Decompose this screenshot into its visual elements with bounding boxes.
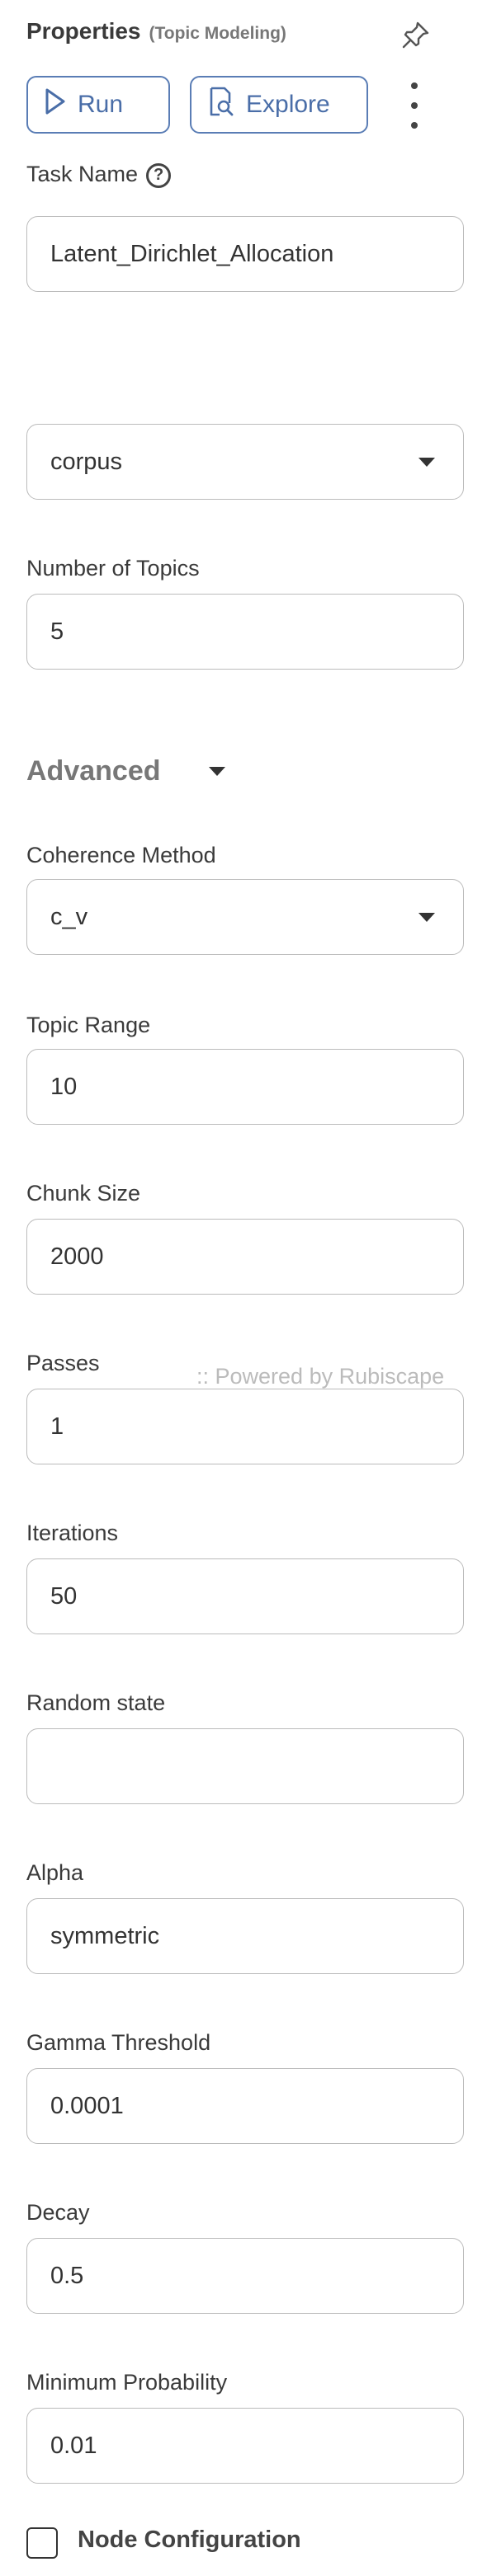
- explore-button[interactable]: Explore: [190, 76, 368, 134]
- pin-icon[interactable]: [400, 18, 433, 51]
- play-icon: [45, 88, 66, 121]
- passes-label: Passes: [26, 1351, 100, 1375]
- chevron-down-icon: [418, 457, 435, 467]
- gamma-threshold-label: Gamma Threshold: [26, 2030, 211, 2055]
- coherence-method-label: Coherence Method: [26, 843, 216, 867]
- chevron-down-icon: [418, 912, 435, 922]
- task-name-value: Latent_Dirichlet_Allocation: [50, 240, 334, 267]
- minimum-probability-value: 0.01: [50, 2432, 97, 2459]
- iterations-label: Iterations: [26, 1521, 119, 1545]
- explore-icon: [208, 87, 234, 123]
- powered-by-watermark: :: Powered by Rubiscape: [196, 1364, 445, 1389]
- alpha-field[interactable]: symmetric: [26, 1898, 464, 1974]
- run-button[interactable]: Run: [26, 76, 170, 134]
- passes-field[interactable]: 1: [26, 1389, 464, 1464]
- decay-field[interactable]: 0.5: [26, 2238, 464, 2314]
- advanced-label: Advanced: [26, 755, 161, 787]
- task-name-label-text: Task Name: [26, 162, 139, 186]
- more-vertical-icon[interactable]: [406, 82, 423, 129]
- minimum-probability-label: Minimum Probability: [26, 2370, 228, 2395]
- decay-value: 0.5: [50, 2262, 84, 2289]
- chunk-size-label: Chunk Size: [26, 1181, 141, 1206]
- topic-range-label: Topic Range: [26, 1013, 151, 1037]
- topic-range-value: 10: [50, 1073, 78, 1100]
- iterations-value: 50: [50, 1582, 78, 1610]
- number-of-topics-value: 5: [50, 618, 64, 645]
- gamma-threshold-value: 0.0001: [50, 2092, 124, 2119]
- gamma-threshold-field[interactable]: 0.0001: [26, 2068, 464, 2144]
- chunk-size-value: 2000: [50, 1243, 104, 1270]
- task-name-field[interactable]: Latent_Dirichlet_Allocation: [26, 216, 464, 292]
- number-of-topics-label: Number of Topics: [26, 556, 200, 581]
- panel-title: Properties (Topic Modeling): [26, 18, 286, 45]
- corpus-select-value: corpus: [50, 448, 123, 475]
- explore-button-label: Explore: [246, 91, 330, 118]
- topic-range-field[interactable]: 10: [26, 1049, 464, 1125]
- passes-value: 1: [50, 1413, 64, 1440]
- panel-subtitle: (Topic Modeling): [149, 24, 286, 43]
- alpha-label: Alpha: [26, 1860, 84, 1885]
- help-icon[interactable]: ?: [146, 162, 172, 188]
- random-state-label: Random state: [26, 1690, 166, 1715]
- chevron-down-icon: [208, 767, 225, 776]
- node-configuration-label: Node Configuration: [78, 2527, 301, 2553]
- iterations-field[interactable]: 50: [26, 1558, 464, 1634]
- coherence-method-select[interactable]: c_v: [26, 879, 464, 955]
- panel-title-text: Properties: [26, 18, 141, 44]
- random-state-field[interactable]: [26, 1728, 464, 1804]
- run-button-label: Run: [78, 91, 124, 118]
- chunk-size-field[interactable]: 2000: [26, 1219, 464, 1295]
- corpus-select[interactable]: corpus: [26, 424, 464, 500]
- coherence-method-value: c_v: [50, 903, 88, 930]
- advanced-toggle[interactable]: Advanced: [26, 755, 225, 787]
- node-configuration-checkbox[interactable]: [26, 2527, 58, 2559]
- task-name-label: Task Name?: [26, 162, 172, 188]
- number-of-topics-field[interactable]: 5: [26, 594, 464, 670]
- minimum-probability-field[interactable]: 0.01: [26, 2408, 464, 2484]
- alpha-value: symmetric: [50, 1922, 160, 1949]
- decay-label: Decay: [26, 2200, 90, 2225]
